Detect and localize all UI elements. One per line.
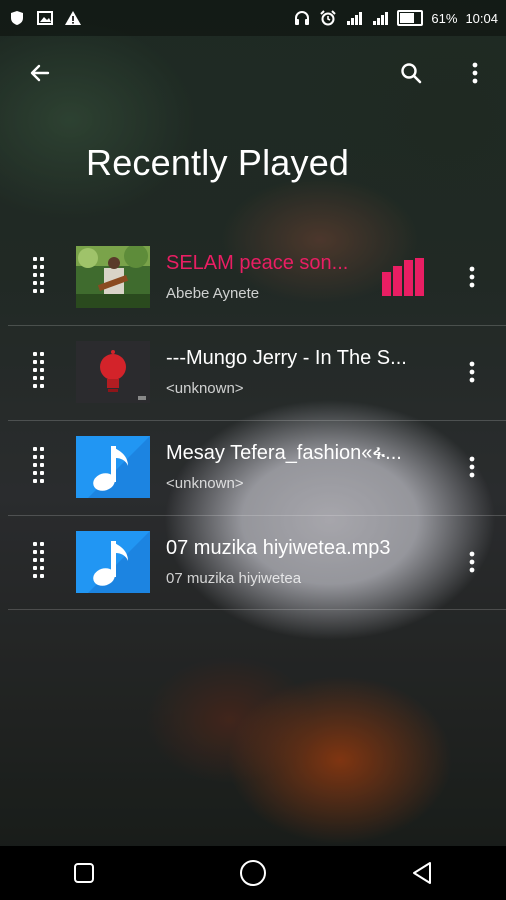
track-title: 07 muzika hiyiwetea.mp3	[166, 537, 391, 559]
drag-dot	[33, 566, 37, 570]
back-button[interactable]	[17, 50, 63, 96]
drag-dot	[40, 463, 44, 467]
drag-handle-icon[interactable]	[33, 447, 47, 483]
drag-dot	[33, 558, 37, 562]
track-menu-button[interactable]	[460, 452, 484, 482]
drag-dot	[40, 455, 44, 459]
image-icon	[36, 9, 54, 27]
clock: 10:04	[465, 10, 498, 26]
drag-handle-icon[interactable]	[33, 257, 47, 293]
more-vert-icon	[469, 456, 475, 478]
drag-dot	[33, 257, 37, 261]
track-artist: <unknown>	[166, 380, 244, 397]
drag-dot	[33, 471, 37, 475]
drag-dot	[40, 574, 44, 578]
toolbar	[0, 50, 506, 96]
recents-button[interactable]	[54, 846, 114, 900]
arrow-left-icon	[30, 64, 50, 82]
back-nav-button[interactable]	[392, 846, 452, 900]
drag-dot	[40, 542, 44, 546]
track-row[interactable]: SELAM peace son... Abebe Aynete	[0, 230, 506, 325]
drag-handle-icon[interactable]	[33, 542, 47, 578]
drag-dot	[33, 455, 37, 459]
drag-dot	[40, 368, 44, 372]
drag-dot	[40, 257, 44, 261]
drag-dot	[40, 550, 44, 554]
signal-icon	[345, 9, 363, 27]
track-menu-button[interactable]	[460, 262, 484, 292]
alarm-icon	[319, 9, 337, 27]
search-button[interactable]	[388, 50, 434, 96]
more-vert-icon	[472, 62, 478, 84]
album-art	[76, 341, 150, 403]
page-title: Recently Played	[86, 142, 350, 183]
home-circle-icon	[239, 860, 266, 886]
drag-dot	[40, 265, 44, 269]
track-list: SELAM peace son... Abebe Aynete ---Mungo…	[0, 230, 506, 610]
drag-dot	[33, 384, 37, 388]
drag-dot	[33, 273, 37, 277]
track-row[interactable]: Mesay Tefera_fashion«ፋ... <unknown>	[0, 420, 506, 515]
drag-dot	[40, 360, 44, 364]
home-button[interactable]	[223, 846, 283, 900]
drag-dot	[33, 550, 37, 554]
track-artist: <unknown>	[166, 475, 244, 492]
drag-dot	[33, 360, 37, 364]
drag-dot	[33, 368, 37, 372]
drag-dot	[40, 558, 44, 562]
status-bar: 61% 10:04	[0, 0, 506, 36]
system-nav-bar	[0, 846, 506, 900]
drag-dot	[40, 471, 44, 475]
battery-percent: 61%	[431, 10, 458, 26]
track-menu-button[interactable]	[460, 547, 484, 577]
drag-dot	[33, 479, 37, 483]
drag-dot	[40, 273, 44, 277]
track-artist: 07 muzika hiyiwetea	[166, 570, 302, 587]
drag-dot	[33, 542, 37, 546]
warning-icon	[64, 9, 82, 27]
drag-handle-icon[interactable]	[33, 352, 47, 388]
drag-dot	[33, 265, 37, 269]
drag-dot	[40, 352, 44, 356]
drag-dot	[40, 281, 44, 285]
back-triangle-icon	[412, 862, 431, 884]
search-icon	[401, 63, 422, 84]
drag-dot	[40, 479, 44, 483]
music-note-icon	[76, 531, 150, 593]
music-note-icon	[76, 436, 150, 498]
drag-dot	[33, 281, 37, 285]
drag-dot	[33, 574, 37, 578]
drag-dot	[40, 376, 44, 380]
drag-dot	[33, 352, 37, 356]
overflow-menu-button[interactable]	[452, 50, 498, 96]
shield-icon	[8, 9, 26, 27]
drag-dot	[40, 384, 44, 388]
drag-dot	[40, 289, 44, 293]
more-vert-icon	[469, 266, 475, 288]
drag-dot	[40, 447, 44, 451]
drag-dot	[33, 376, 37, 380]
track-row[interactable]: ---Mungo Jerry - In The S... <unknown>	[0, 325, 506, 420]
track-title: ---Mungo Jerry - In The S...	[166, 347, 407, 369]
track-menu-button[interactable]	[460, 357, 484, 387]
signal-icon	[371, 9, 389, 27]
drag-dot	[33, 289, 37, 293]
track-row[interactable]: 07 muzika hiyiwetea.mp3 07 muzika hiyiwe…	[0, 515, 506, 610]
battery-icon	[397, 10, 424, 26]
recents-square-icon	[74, 863, 95, 883]
album-art	[76, 246, 150, 308]
track-title: Mesay Tefera_fashion«ፋ...	[166, 442, 402, 464]
drag-dot	[33, 463, 37, 467]
drag-dot	[33, 447, 37, 451]
drag-dot	[40, 566, 44, 570]
headphones-icon	[293, 9, 311, 27]
more-vert-icon	[469, 551, 475, 573]
more-vert-icon	[469, 361, 475, 383]
equalizer-icon	[382, 258, 424, 296]
